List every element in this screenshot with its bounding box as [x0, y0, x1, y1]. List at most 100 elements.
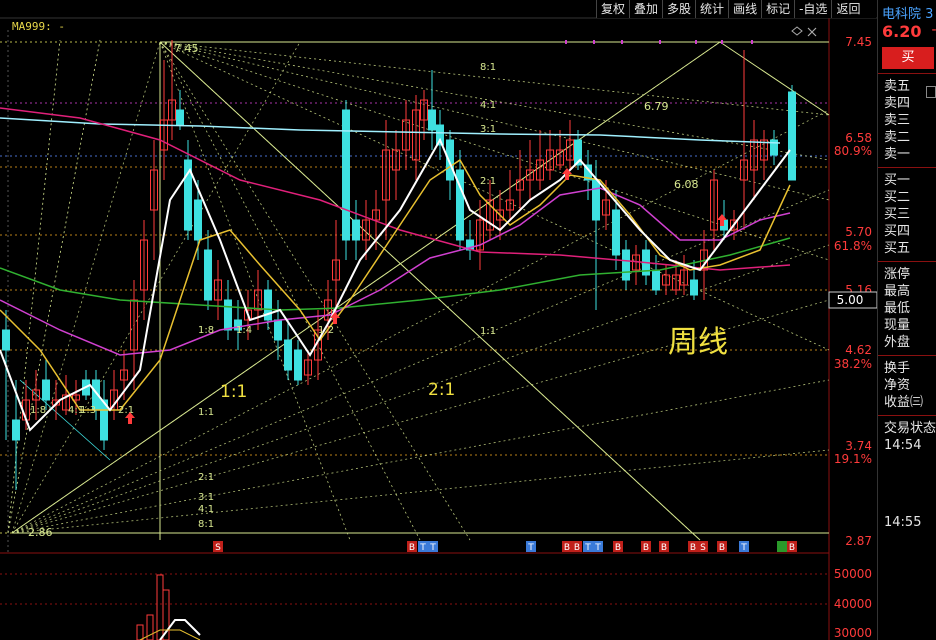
- signal-marker: [777, 541, 787, 552]
- candle-body: [274, 319, 282, 341]
- stat-low: 最低: [884, 301, 911, 316]
- signal-marker-label: B: [643, 543, 649, 553]
- toolbar-button-watchlist[interactable]: -自选: [794, 0, 831, 18]
- gann-ratio-label: 3:1: [198, 492, 214, 503]
- stat-volume: 现量: [884, 318, 911, 333]
- toolbar-button-multi[interactable]: 多股: [662, 0, 695, 18]
- time-1: 14:54: [884, 438, 922, 453]
- gann-ratio-label: 8:1: [480, 62, 496, 73]
- price-label: 6.79: [644, 100, 669, 113]
- toolbar-button-fuquan[interactable]: 复权: [596, 0, 629, 18]
- candle-body: [652, 269, 660, 291]
- candle-body: [42, 379, 50, 401]
- ask-level-2: 卖二: [884, 130, 911, 145]
- signal-marker-label: S: [215, 543, 221, 553]
- stat-high: 最高: [884, 284, 911, 299]
- gann-ratio-label: 1:8: [30, 405, 46, 416]
- bid-level-1: 买一: [884, 173, 911, 188]
- price-tick-label: 80.9%: [834, 144, 872, 158]
- bid-level-3: 买三: [884, 207, 911, 222]
- price-tick-label: 5.70: [845, 225, 872, 239]
- bid-level-4: 买四: [884, 224, 911, 239]
- signal-marker-label: T: [584, 543, 591, 553]
- price-tick-label: 2.87: [845, 534, 872, 548]
- volume-tick-label: 40000: [834, 597, 872, 611]
- gann-ratio-label: 2:1: [480, 176, 496, 187]
- ratio-label-large: 1:1: [220, 382, 247, 402]
- gann-ratio-label: 4:1: [198, 504, 214, 515]
- price-tick-label: 3.74: [845, 439, 872, 453]
- signal-marker-label: T: [594, 543, 601, 553]
- cursor-price-label: 5.00: [837, 293, 864, 307]
- candle-body: [2, 329, 10, 351]
- signal-marker-label: S: [700, 543, 706, 553]
- chart-toolbar: 复权 叠加 多股 统计 画线 标记 -自选 返回: [596, 0, 876, 18]
- candle-body: [194, 199, 202, 241]
- toolbar-button-overlay[interactable]: 叠加: [629, 0, 662, 18]
- stock-name[interactable]: 电科院 3: [878, 0, 936, 22]
- candle-body: [622, 249, 630, 281]
- kline-chart[interactable]: 8:14:13:12:11:11:12:13:14:18:11:8 4:11:3 2…: [0, 0, 877, 640]
- candle-body: [352, 219, 360, 241]
- price-tick-label: 19.1%: [834, 452, 872, 466]
- signal-marker-label: B: [615, 543, 621, 553]
- quote-panel: 电科院 3 6.20 -0 买 卖五 卖四 卖三 卖二 卖一 买一 买二 买三 …: [877, 0, 936, 640]
- signal-marker-label: B: [719, 543, 725, 553]
- gann-ratio-label: 3:1: [480, 124, 496, 135]
- signal-marker-label: B: [409, 543, 415, 553]
- toolbar-button-draw[interactable]: 画线: [728, 0, 761, 18]
- candle-body: [224, 299, 232, 331]
- bid-level-5: 买五: [884, 241, 911, 256]
- price-tick-label: 7.45: [845, 35, 872, 49]
- signal-marker-label: B: [564, 543, 570, 553]
- buy-button[interactable]: 买: [882, 47, 934, 69]
- gann-ratio-label: 1:1: [480, 326, 496, 337]
- ratio-label-large: 2:1: [428, 380, 455, 400]
- indicator-label: MA999: -: [12, 20, 65, 33]
- toolbar-button-back[interactable]: 返回: [831, 0, 864, 18]
- gann-ratio-label: 1:2: [318, 325, 334, 336]
- stat-turnover: 换手: [884, 361, 911, 376]
- stat-net-assets: 净资: [884, 378, 911, 393]
- price-tick-label: 6.58: [845, 131, 872, 145]
- price-label: 2.86: [28, 526, 53, 539]
- candle-body: [690, 279, 698, 296]
- signal-marker-label: T: [419, 543, 426, 553]
- candle-body: [428, 109, 436, 131]
- price-tick-label: 4.62: [845, 343, 872, 357]
- price-change: -0: [931, 22, 936, 41]
- weekly-annotation: 周线: [668, 325, 728, 360]
- gann-ratio-label: 1:3: [80, 405, 96, 416]
- candle-body: [612, 209, 620, 256]
- candle-body: [284, 339, 292, 371]
- price-tick-label: 38.2%: [834, 357, 872, 371]
- trade-status-label: 交易状态: [884, 421, 936, 436]
- gann-ratio-label: 1:8: [198, 325, 214, 336]
- gann-ratio-label: 2:1: [198, 472, 214, 483]
- price-label: 6.08: [674, 178, 699, 191]
- toolbar-button-stats[interactable]: 统计: [695, 0, 728, 18]
- ask-level-1: 卖一: [884, 147, 911, 162]
- candle-body: [176, 109, 184, 126]
- gann-ratio-label: 4:1: [480, 100, 496, 111]
- candle-body: [294, 349, 302, 381]
- gann-ratio-label: 8:1: [198, 519, 214, 530]
- candle-body: [204, 249, 212, 301]
- stat-earnings: 收益㈢: [884, 395, 924, 410]
- signal-marker-label: T: [527, 543, 534, 553]
- toolbar-button-mark[interactable]: 标记: [761, 0, 794, 18]
- signal-marker-label: B: [574, 543, 580, 553]
- stat-limit-up: 涨停: [884, 267, 911, 282]
- signal-marker-label: B: [690, 543, 696, 553]
- gann-ratio-label: 1:4: [236, 325, 252, 336]
- signal-marker-label: B: [789, 543, 795, 553]
- volume-tick-label: 30000: [834, 626, 872, 640]
- time-2: 14:55: [884, 515, 922, 530]
- signal-marker-label: T: [429, 543, 436, 553]
- stat-outer: 外盘: [884, 335, 911, 350]
- candle-body: [592, 179, 600, 221]
- gann-ratio-label: 1:1: [198, 407, 214, 418]
- current-price: 6.20: [882, 22, 922, 41]
- scroll-toggle[interactable]: [926, 86, 936, 98]
- candle-body: [342, 109, 350, 241]
